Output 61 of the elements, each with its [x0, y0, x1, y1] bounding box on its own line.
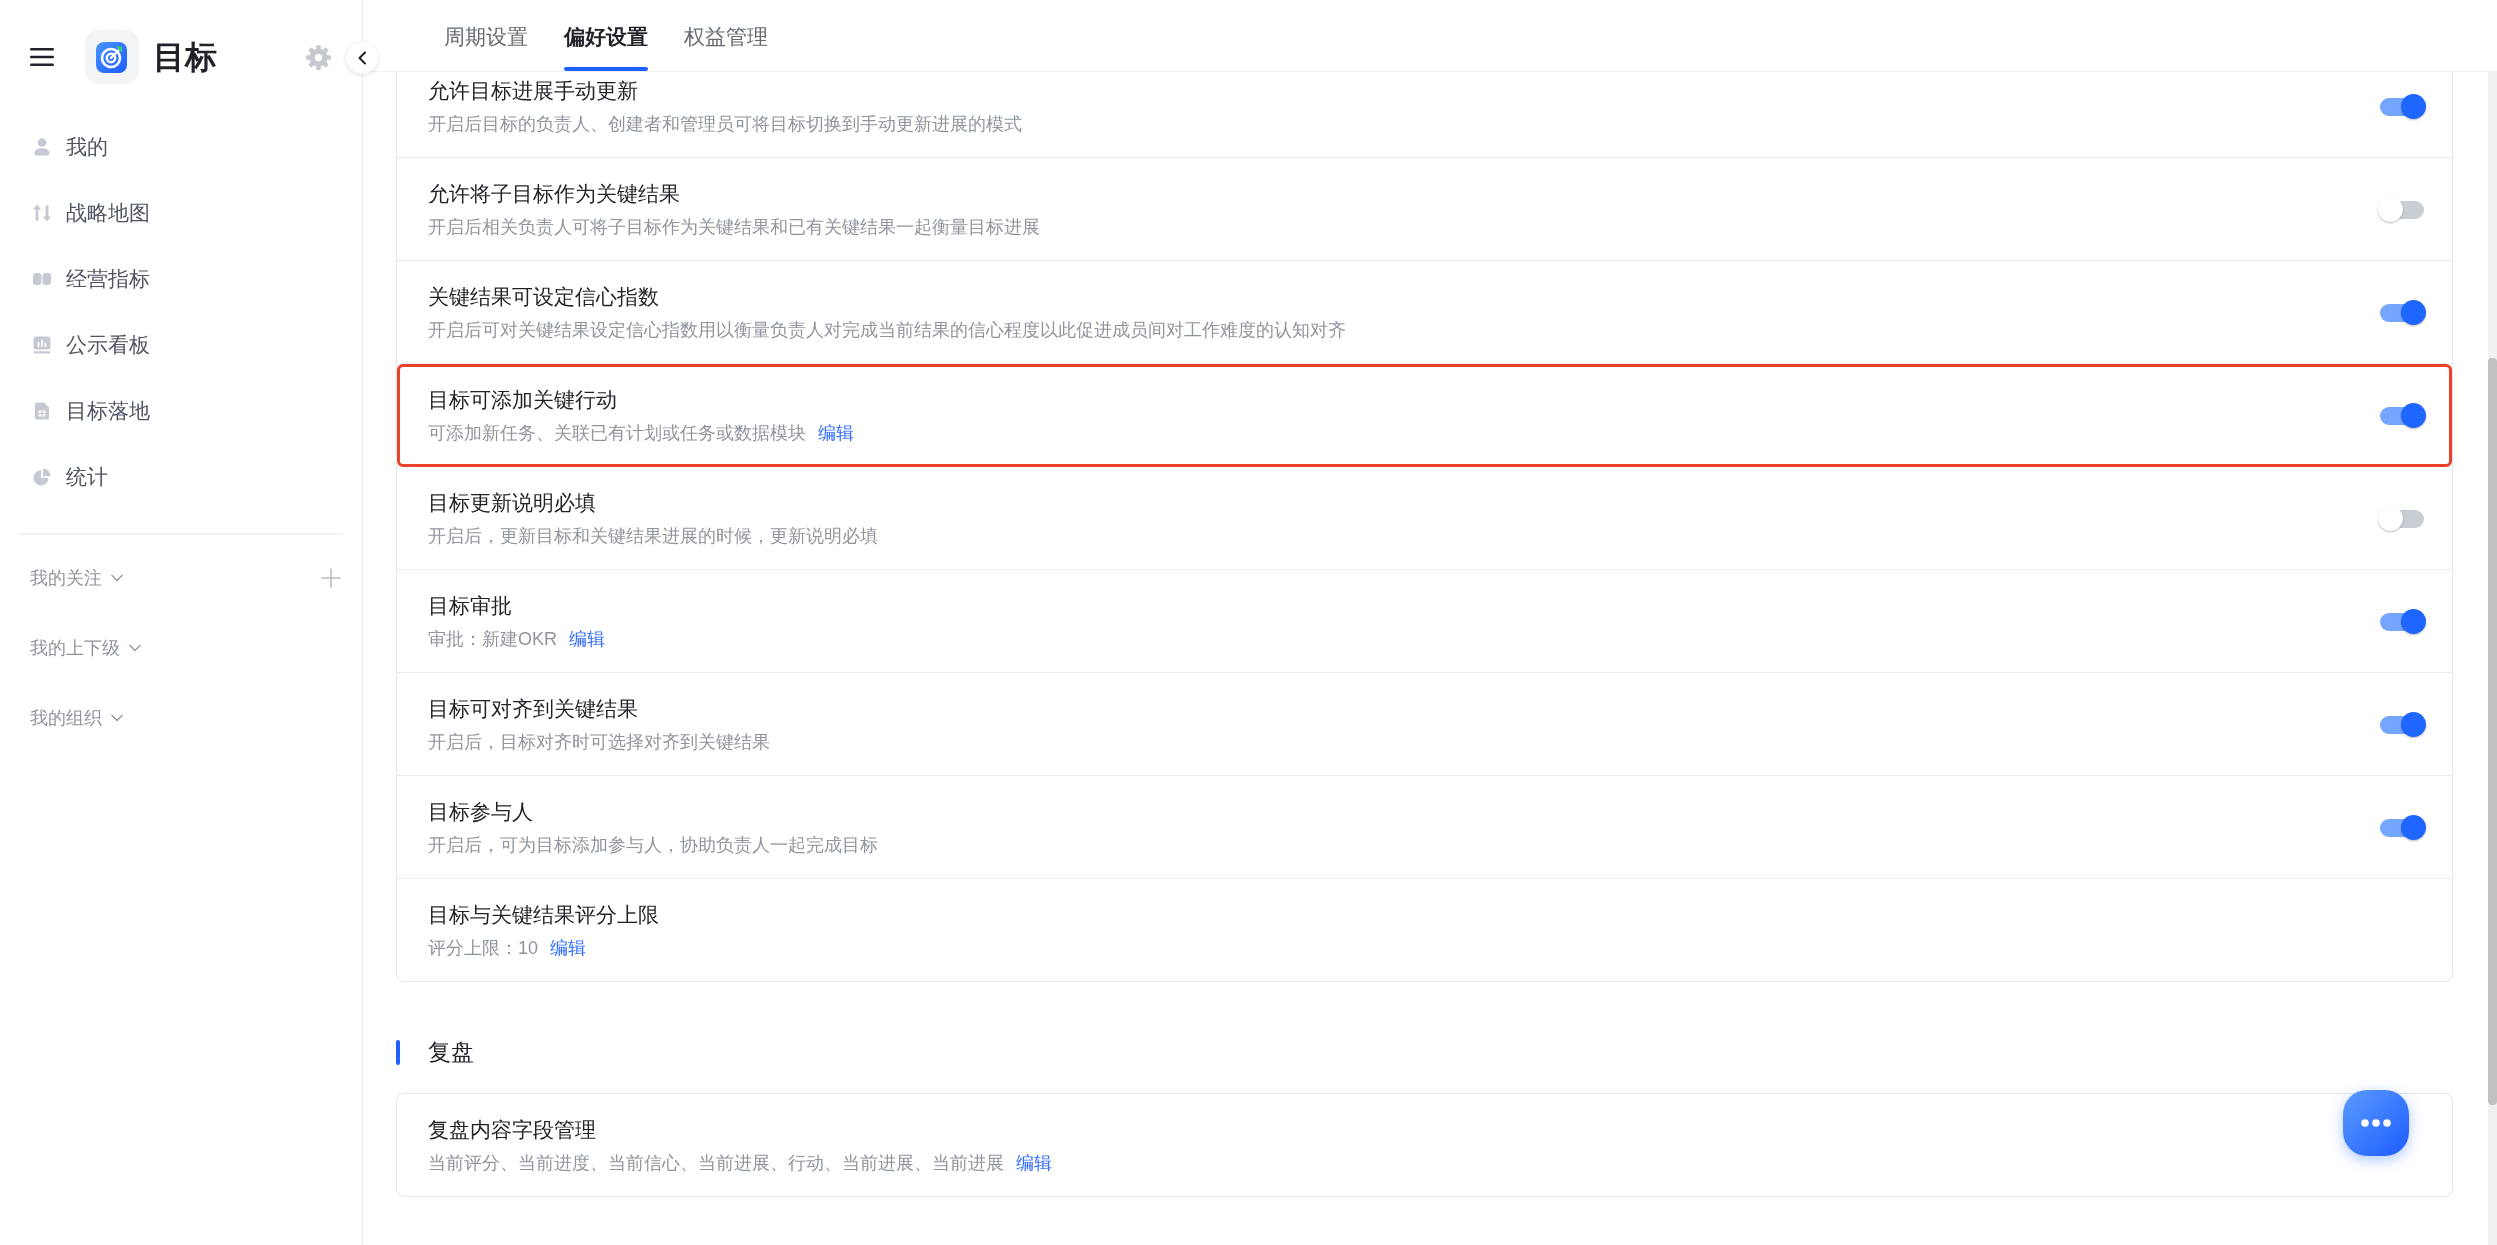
toggle-switch[interactable]	[2378, 608, 2426, 635]
setting-title: 目标可对齐到关键结果	[428, 696, 638, 722]
setting-title: 目标审批	[428, 593, 512, 619]
menu-icon[interactable]	[30, 48, 54, 66]
setting-description: 开启后相关负责人可将子目标作为关键结果和已有关键结果一起衡量目标进展	[428, 216, 1040, 239]
more-button[interactable]	[2343, 1090, 2409, 1156]
edit-link[interactable]: 编辑	[569, 627, 605, 651]
toggle-switch[interactable]	[2378, 93, 2426, 120]
chevron-down-icon	[129, 644, 141, 652]
tab[interactable]: 偏好设置	[564, 0, 648, 71]
toggle-switch[interactable]	[2378, 299, 2426, 326]
setting-description: 审批：新建OKR	[428, 628, 557, 651]
group-toggle[interactable]: 我的上下级	[30, 635, 141, 661]
setting-description: 开启后，目标对齐时可选择对齐到关键结果	[428, 731, 770, 754]
toggle-switch[interactable]	[2378, 814, 2426, 841]
chevron-down-icon	[111, 714, 123, 722]
toggle-switch[interactable]	[2378, 402, 2426, 429]
setting-title: 目标可添加关键行动	[428, 387, 617, 413]
setting-title: 允许目标进展手动更新	[428, 78, 638, 104]
toggle-switch[interactable]	[2378, 711, 2426, 738]
setting-title: 目标与关键结果评分上限	[428, 902, 659, 928]
section-title: 复盘	[428, 1038, 474, 1067]
toggle-switch[interactable]	[2378, 196, 2426, 223]
edit-link[interactable]: 编辑	[1016, 1151, 1052, 1175]
scrollbar-thumb[interactable]	[2488, 358, 2497, 1105]
setting-title: 目标参与人	[428, 799, 533, 825]
up-down-arrows-icon	[32, 203, 52, 223]
setting-title: 目标更新说明必填	[428, 490, 596, 516]
edit-link[interactable]: 编辑	[818, 421, 854, 445]
setting-title: 关键结果可设定信心指数	[428, 284, 659, 310]
edit-link[interactable]: 编辑	[550, 936, 587, 960]
setting-description: 开启后目标的负责人、创建者和管理员可将目标切换到手动更新进展的模式	[428, 113, 1022, 136]
ellipsis-icon	[2361, 1119, 2391, 1127]
accent-bar-icon	[396, 1039, 400, 1065]
toggle-switch[interactable]	[2378, 505, 2426, 532]
app-title: 目标	[153, 38, 217, 77]
nav-item[interactable]: 目标落地	[0, 378, 362, 444]
setting-description: 可添加新任务、关联已有计划或任务或数据模块	[428, 422, 806, 445]
group-toggle[interactable]: 我的组织	[30, 705, 123, 731]
tab[interactable]: 周期设置	[444, 0, 528, 71]
setting-description: 当前评分、当前进度、当前信心、当前进展、行动、当前进展、当前进展	[428, 1152, 1004, 1175]
person-icon	[32, 137, 52, 157]
setting-description: 开启后，更新目标和关键结果进展的时候，更新说明必填	[428, 525, 878, 548]
document-icon	[32, 401, 52, 421]
setting-title: 允许将子目标作为关键结果	[428, 181, 680, 207]
setting-description: 评分上限：10	[428, 937, 539, 960]
setting-description: 开启后可对关键结果设定信心指数用以衡量负责人对完成当前结果的信心程度以此促进成员间对工作难度的认知对齐	[428, 319, 1346, 342]
chevron-down-icon	[111, 574, 123, 582]
tab[interactable]: 权益管理	[684, 0, 768, 71]
nav-item[interactable]: 公示看板	[0, 312, 362, 378]
setting-title: 复盘内容字段管理	[428, 1117, 596, 1143]
nav-item[interactable]: 我的	[0, 114, 362, 180]
chevron-left-icon	[357, 51, 367, 65]
nav-item[interactable]: 战略地图	[0, 180, 362, 246]
pie-chart-icon	[32, 467, 52, 487]
nav-item[interactable]: 经营指标	[0, 246, 362, 312]
setting-description: 开启后，可为目标添加参与人，协助负责人一起完成目标	[428, 834, 878, 857]
group-toggle[interactable]: 我的关注	[30, 565, 123, 591]
target-logo-icon	[85, 30, 139, 84]
bar-chart-icon	[32, 335, 52, 355]
nav-item[interactable]: 统计	[0, 444, 362, 510]
